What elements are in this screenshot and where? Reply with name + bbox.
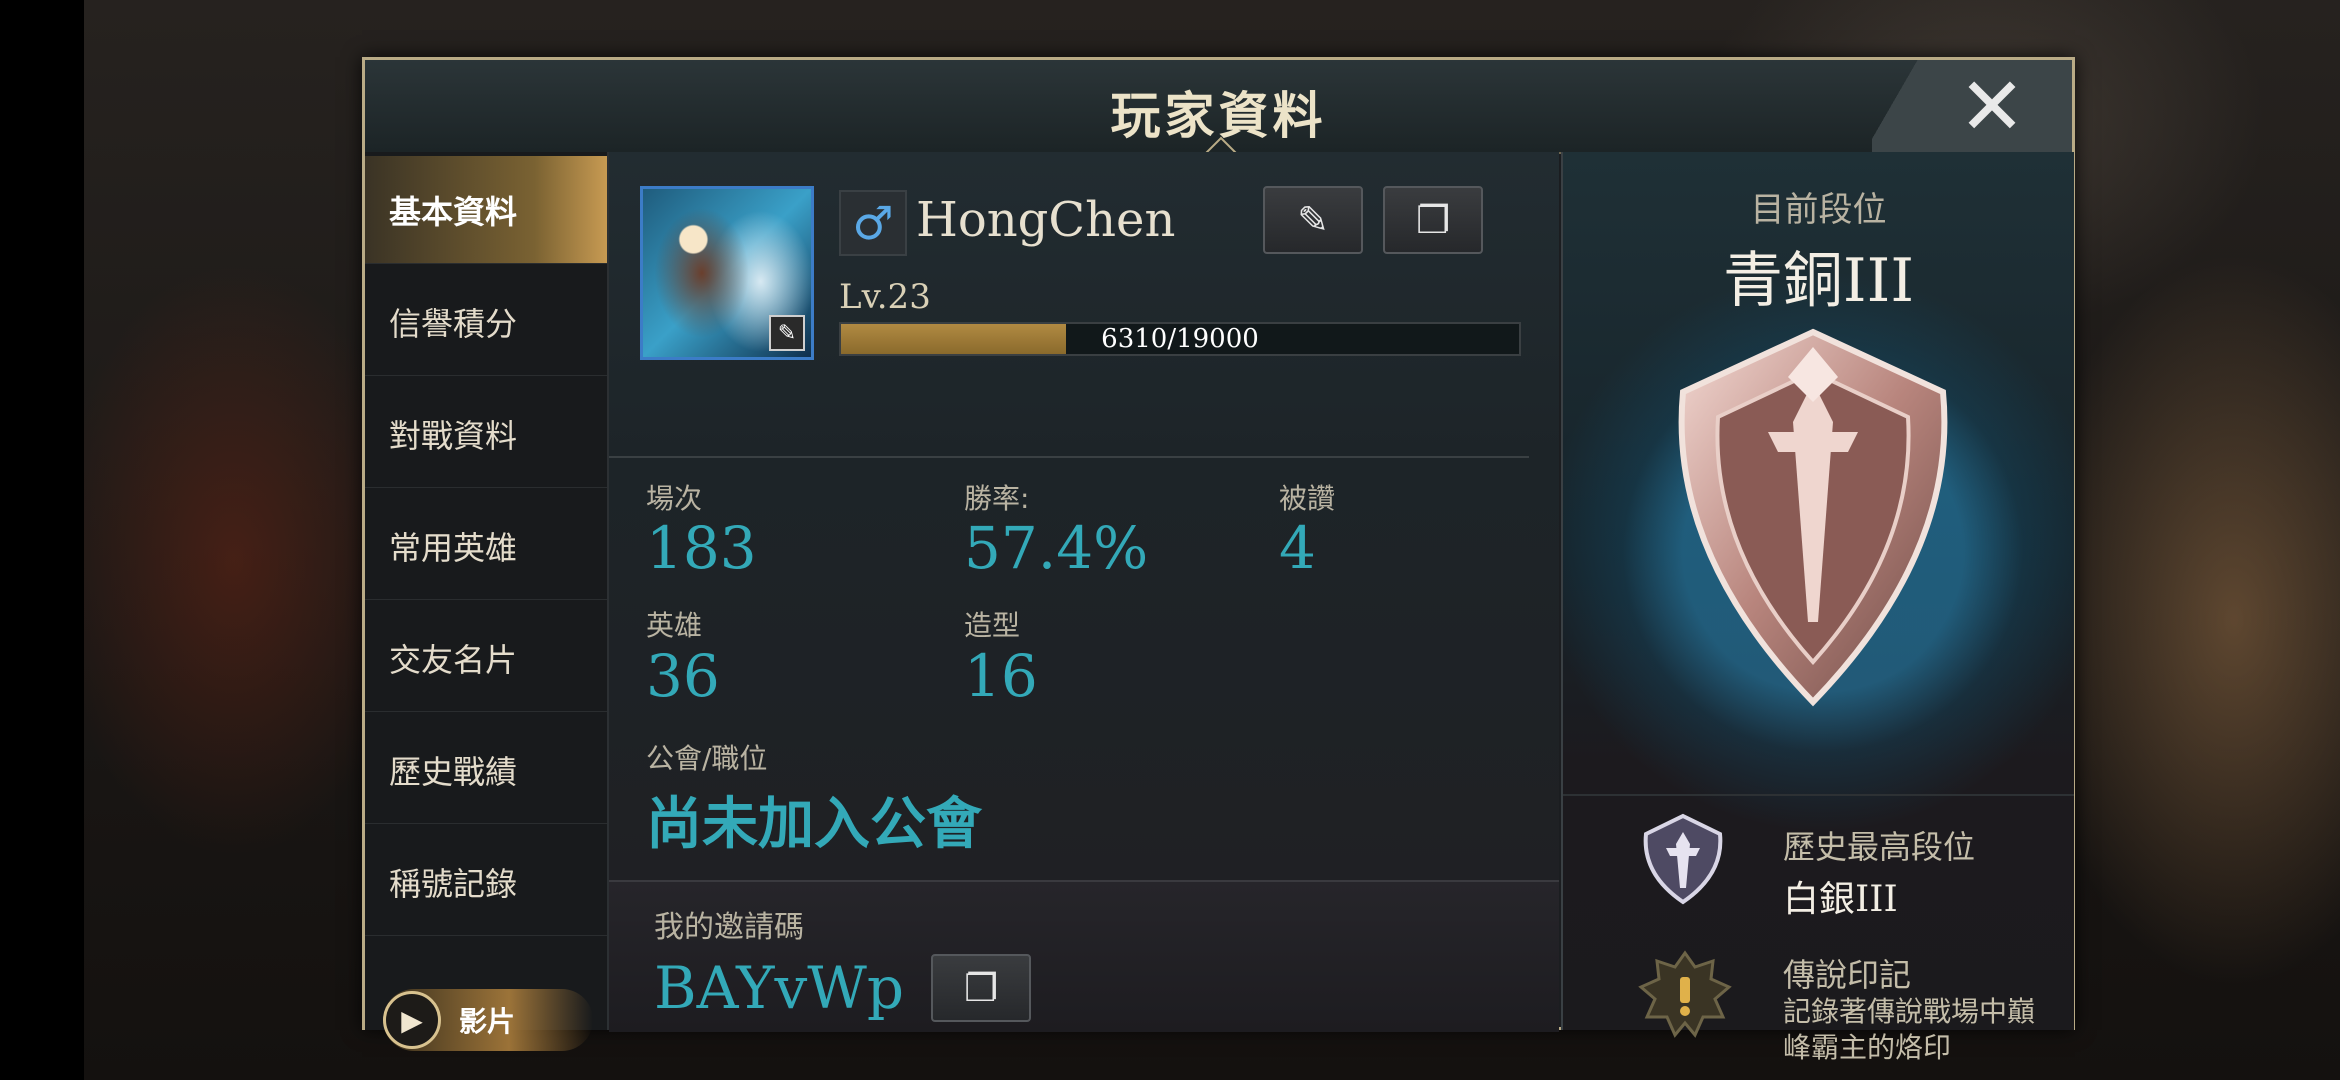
current-rank-label: 目前段位 <box>1750 190 1887 230</box>
guild-label: 公會/職位 <box>646 742 768 775</box>
copy-invite-button[interactable]: ❐ <box>931 954 1031 1022</box>
legend-mark-icon <box>1638 950 1732 1038</box>
likes-label: 被讚 <box>1279 482 1336 515</box>
player-info-dialog: 玩家資料 ✕ 基本資料 信譽積分 對戰資料 常用英雄 交友名片 歷史戰績 稱號記… <box>362 57 2075 1064</box>
invite-code: BAYvWp <box>654 954 904 1022</box>
legend-mark-title: 傳說印記 <box>1783 956 1912 994</box>
sidebar-nav: 基本資料 信譽積分 對戰資料 常用英雄 交友名片 歷史戰績 稱號記錄 ▶ 影片 <box>365 152 609 1051</box>
matches-label: 場次 <box>646 482 703 515</box>
heroes-label: 英雄 <box>646 609 703 642</box>
winrate-label: 勝率: <box>964 482 1030 515</box>
edit-avatar-icon[interactable]: ✎ <box>769 315 805 351</box>
tab-social-card[interactable]: 交友名片 <box>365 604 607 712</box>
tab-common-heroes[interactable]: 常用英雄 <box>365 492 607 600</box>
invite-label: 我的邀請碼 <box>654 910 804 945</box>
skins-label: 造型 <box>964 609 1021 642</box>
rank-panel: 目前段位 青銅III 歷史最高段位 白銀III 傳說印記 記錄著傳說戰場中巔峰霸… <box>1561 152 2074 1064</box>
exp-text: 6310/19000 <box>1101 324 1259 354</box>
silver-rank-emblem-icon <box>1643 813 1723 905</box>
copy-icon: ❐ <box>963 966 999 1010</box>
video-label: 影片 <box>459 1005 516 1038</box>
tab-battle-data[interactable]: 對戰資料 <box>365 380 607 488</box>
invite-code-panel: 我的邀請碼 BAYvWp ❐ <box>609 880 1559 1032</box>
legend-mark-description: 記錄著傳說戰場中巔峰霸主的烙印 <box>1783 995 2036 1064</box>
tab-match-history[interactable]: 歷史戰績 <box>365 716 607 824</box>
video-button[interactable]: ▶ 影片 <box>383 989 593 1051</box>
copy-icon: ❐ <box>1415 198 1451 242</box>
rank-divider <box>1563 794 2074 796</box>
basic-info-panel: ✎ ♂ HongChen ✎ ❐ Lv.23 6310/19000 場次 183… <box>609 152 1559 1032</box>
player-name: HongChen <box>916 192 1176 248</box>
highest-rank-value: 白銀III <box>1783 879 1898 920</box>
pencil-icon: ✎ <box>1297 198 1329 242</box>
guild-value: 尚未加入公會 <box>646 792 982 857</box>
player-level: Lv.23 <box>839 277 931 317</box>
copy-name-button[interactable]: ❐ <box>1383 186 1483 254</box>
bronze-rank-emblem-icon[interactable] <box>1658 322 1968 712</box>
play-icon: ▶ <box>383 991 441 1049</box>
divider <box>609 456 1529 458</box>
highest-rank-label: 歷史最高段位 <box>1783 828 1976 866</box>
tab-title-records[interactable]: 稱號記錄 <box>365 828 607 936</box>
exp-progress-bar: 6310/19000 <box>839 322 1521 356</box>
screen-left-edge <box>0 0 84 1080</box>
winrate-value: 57.4% <box>964 514 1149 582</box>
tab-reputation[interactable]: 信譽積分 <box>365 268 607 376</box>
avatar[interactable]: ✎ <box>640 186 814 360</box>
close-button[interactable]: ✕ <box>1872 59 2072 153</box>
likes-value: 4 <box>1279 514 1316 582</box>
skins-value: 16 <box>964 642 1038 710</box>
edit-name-button[interactable]: ✎ <box>1263 186 1363 254</box>
heroes-value: 36 <box>646 642 720 710</box>
matches-value: 183 <box>646 514 757 582</box>
tab-basic-info[interactable]: 基本資料 <box>365 156 607 264</box>
current-rank-value: 青銅III <box>1722 246 1915 316</box>
close-icon: ✕ <box>1958 59 2026 153</box>
male-icon: ♂ <box>839 190 907 256</box>
profile-header: ✎ ♂ HongChen ✎ ❐ Lv.23 6310/19000 <box>609 152 1559 412</box>
